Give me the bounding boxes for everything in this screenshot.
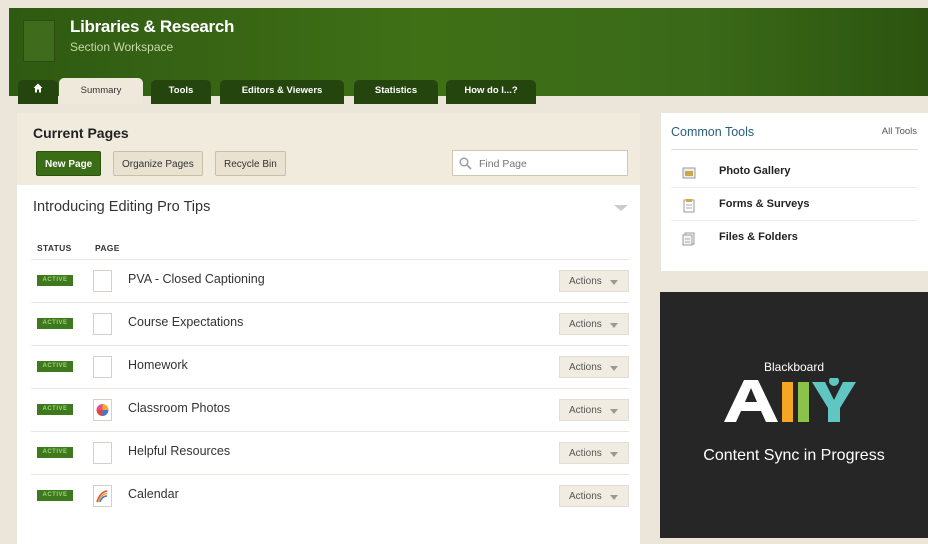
common-tools-title: Common Tools (671, 125, 755, 139)
new-page-button[interactable]: New Page (36, 151, 102, 176)
page-title[interactable]: Homework (128, 358, 188, 372)
caret-down-icon (610, 452, 618, 457)
tool-files-folders[interactable]: Files & Folders (671, 225, 918, 253)
actions-label: Actions (569, 276, 602, 287)
status-badge: ACTIVE (37, 490, 73, 501)
tool-label: Photo Gallery (719, 165, 791, 177)
table-row[interactable]: ACTIVE Course Expectations Actions (31, 302, 629, 346)
pie-photo-icon (96, 404, 109, 416)
table-row[interactable]: ACTIVE Helpful Resources Actions (31, 431, 629, 475)
caret-down-icon (610, 495, 618, 500)
caret-down-icon (610, 409, 618, 414)
tool-label: Forms & Surveys (719, 198, 810, 210)
section-title: Introducing Editing Pro Tips (33, 199, 211, 215)
files-icon (682, 232, 695, 246)
page-title[interactable]: Course Expectations (128, 315, 243, 329)
organize-pages-button[interactable]: Organize Pages (113, 151, 203, 176)
caret-down-icon (610, 366, 618, 371)
table-row[interactable]: ACTIVE Classroom Photos Actions (31, 388, 629, 432)
table-row[interactable]: ACTIVE PVA - Closed Captioning Actions (31, 259, 629, 303)
actions-label: Actions (569, 491, 602, 502)
tab-editors-viewers[interactable]: Editors & Viewers (220, 80, 344, 104)
actions-label: Actions (569, 448, 602, 459)
page-title[interactable]: PVA - Closed Captioning (128, 272, 265, 286)
actions-dropdown[interactable]: Actions (559, 485, 629, 507)
site-subtitle: Section Workspace (70, 40, 174, 54)
divider (671, 149, 918, 150)
tool-label: Files & Folders (719, 231, 798, 243)
chevron-down-icon[interactable] (614, 205, 628, 211)
tab-statistics[interactable]: Statistics (354, 80, 438, 104)
tab-home[interactable] (18, 80, 58, 104)
tab-summary[interactable]: Summary (59, 78, 143, 104)
page-title[interactable]: Helpful Resources (128, 444, 230, 458)
blank-page-icon (93, 356, 112, 378)
ally-sync-panel: Blackboard Content Sync in Progress (660, 292, 928, 538)
common-tools-panel: Common Tools All Tools Photo Gallery For… (661, 113, 928, 271)
actions-dropdown[interactable]: Actions (559, 442, 629, 464)
home-icon (33, 83, 43, 93)
status-column-header: STATUS (37, 243, 72, 253)
panel-title: Current Pages (33, 125, 129, 141)
section-header[interactable]: Introducing Editing Pro Tips (17, 185, 640, 229)
page-title[interactable]: Calendar (128, 487, 179, 501)
actions-label: Actions (569, 405, 602, 416)
table-row[interactable]: ACTIVE Calendar Actions (31, 474, 629, 518)
site-header: Libraries & Research Section Workspace S… (9, 8, 928, 104)
actions-dropdown[interactable]: Actions (559, 356, 629, 378)
actions-dropdown[interactable]: Actions (559, 270, 629, 292)
tab-tools[interactable]: Tools (151, 80, 211, 104)
pages-list: STATUS PAGE ACTIVE PVA - Closed Captioni… (17, 229, 640, 544)
current-pages-panel: Current Pages New Page Organize Pages Re… (17, 113, 640, 544)
recycle-bin-button[interactable]: Recycle Bin (215, 151, 286, 176)
status-badge: ACTIVE (37, 361, 73, 372)
site-logo (23, 20, 55, 62)
status-badge: ACTIVE (37, 275, 73, 286)
find-page-input[interactable] (477, 151, 621, 177)
actions-label: Actions (569, 319, 602, 330)
photo-gallery-icon (682, 167, 696, 179)
tool-forms-surveys[interactable]: Forms & Surveys (671, 192, 918, 221)
calendar-icon (93, 485, 112, 507)
site-title: Libraries & Research (70, 17, 235, 36)
caret-down-icon (610, 323, 618, 328)
actions-dropdown[interactable]: Actions (559, 313, 629, 335)
blank-page-icon (93, 313, 112, 335)
page-column-header: PAGE (95, 243, 120, 253)
search-icon (459, 157, 472, 170)
status-badge: ACTIVE (37, 318, 73, 329)
actions-dropdown[interactable]: Actions (559, 399, 629, 421)
page-title[interactable]: Classroom Photos (128, 401, 230, 415)
blackboard-brand: Blackboard (763, 360, 825, 374)
table-row[interactable]: ACTIVE Homework Actions (31, 345, 629, 389)
forms-icon (683, 199, 695, 213)
status-badge: ACTIVE (37, 404, 73, 415)
all-tools-link[interactable]: All Tools (882, 126, 917, 137)
actions-label: Actions (569, 362, 602, 373)
rainbow-icon (96, 490, 108, 503)
find-page-search[interactable] (452, 150, 628, 177)
tool-photo-gallery[interactable]: Photo Gallery (671, 159, 918, 188)
photo-gallery-icon (93, 399, 112, 421)
sync-status: Content Sync in Progress (703, 447, 885, 464)
ally-logo-icon (724, 378, 856, 422)
blank-page-icon (93, 270, 112, 292)
blank-page-icon (93, 442, 112, 464)
status-badge: ACTIVE (37, 447, 73, 458)
caret-down-icon (610, 280, 618, 285)
tab-how-do-i[interactable]: How do I...? (446, 80, 536, 104)
